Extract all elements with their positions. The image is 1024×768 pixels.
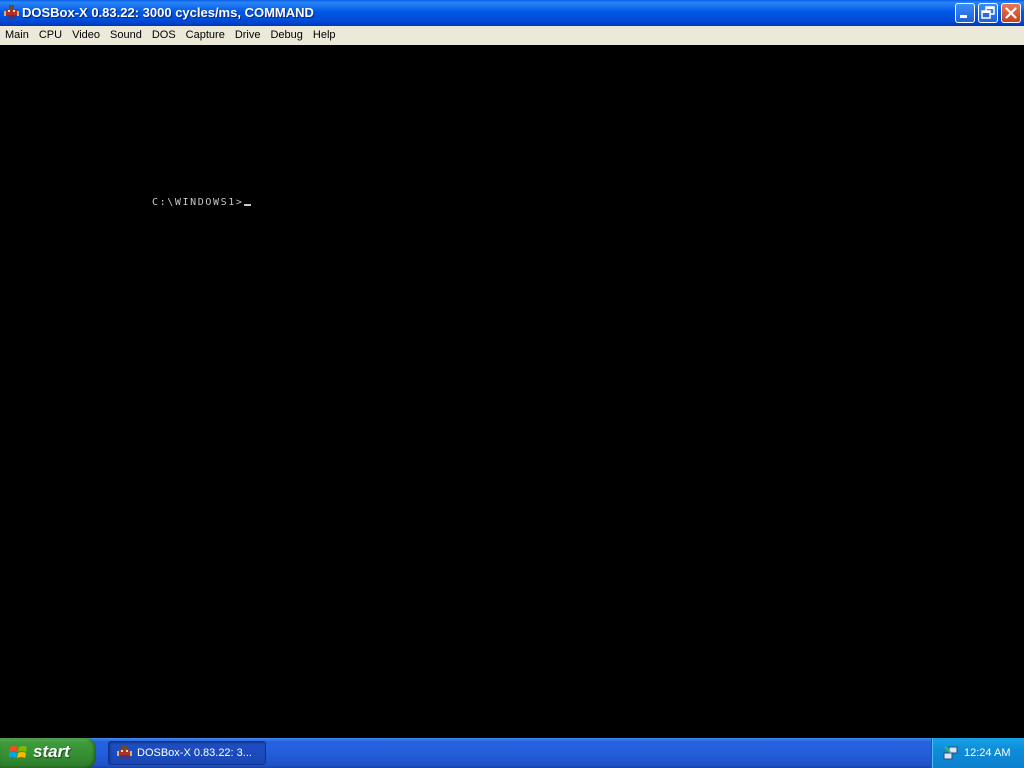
close-icon (1005, 7, 1017, 19)
dosbox-icon (4, 5, 19, 20)
close-button[interactable] (1001, 3, 1021, 23)
menu-item-capture[interactable]: Capture (181, 27, 230, 44)
start-button[interactable]: start (0, 738, 96, 768)
windows-logo-icon (9, 746, 27, 758)
network-icon[interactable] (943, 745, 959, 761)
taskbar-button-label: DOSBox-X 0.83.22: 3... (137, 747, 252, 759)
taskbar: start DOSBox-X 0.83.22: 3... 12:24 AM (0, 738, 1024, 768)
start-label: start (33, 742, 70, 761)
menu-item-dos[interactable]: DOS (147, 27, 181, 44)
restore-button[interactable] (978, 3, 998, 23)
menu-item-video[interactable]: Video (67, 27, 105, 44)
minimize-button[interactable] (955, 3, 975, 23)
clock[interactable]: 12:24 AM (964, 746, 1010, 760)
menu-item-drive[interactable]: Drive (230, 27, 266, 44)
dosbox-icon (117, 745, 132, 760)
minimize-icon (960, 15, 967, 18)
menu-item-main[interactable]: Main (0, 27, 34, 44)
text-cursor (244, 204, 252, 206)
menu-item-debug[interactable]: Debug (265, 27, 307, 44)
restore-icon (981, 6, 995, 19)
window-title: DOSBox-X 0.83.22: 3000 cycles/ms, COMMAN… (22, 5, 314, 20)
taskbar-button-dosbox[interactable]: DOSBox-X 0.83.22: 3... (108, 741, 266, 765)
dos-console[interactable]: C:\WINDOWS1> (0, 45, 1024, 738)
desktop-screen: DOSBox-X 0.83.22: 3000 cycles/ms, COMMAN… (0, 0, 1024, 768)
menu-item-help[interactable]: Help (308, 27, 341, 44)
system-tray: 12:24 AM (931, 738, 1024, 768)
command-prompt-line: C:\WINDOWS1> (152, 197, 252, 209)
window-title-bar[interactable]: DOSBox-X 0.83.22: 3000 cycles/ms, COMMAN… (0, 0, 1024, 26)
command-prompt: C:\WINDOWS1> (152, 197, 244, 208)
menu-bar: Main CPU Video Sound DOS Capture Drive D… (0, 26, 1024, 45)
menu-item-cpu[interactable]: CPU (34, 27, 67, 44)
menu-item-sound[interactable]: Sound (105, 27, 147, 44)
